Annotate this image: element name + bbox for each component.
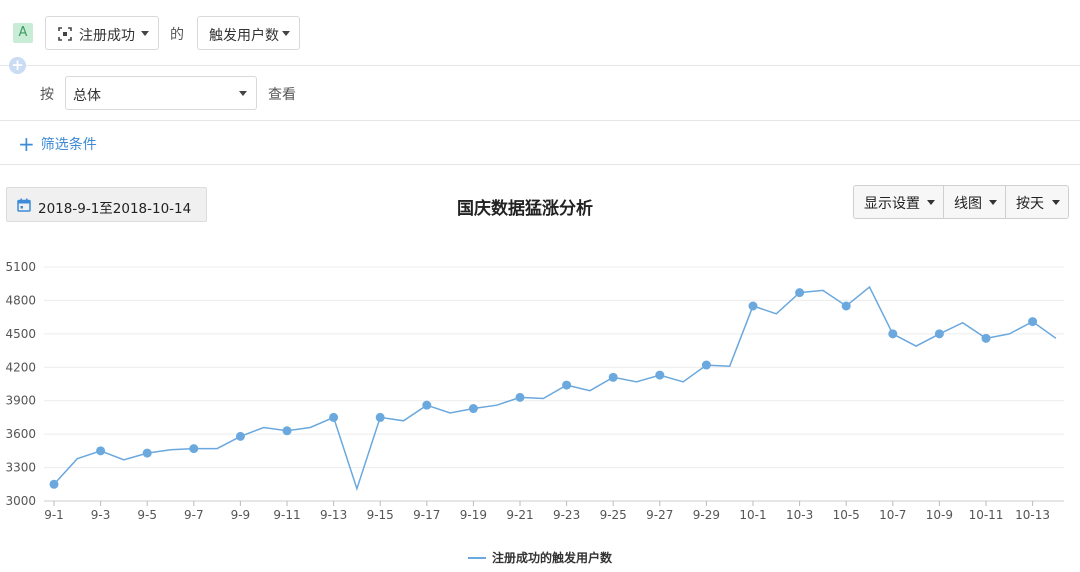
y-tick-label: 4800: [5, 293, 36, 307]
x-tick-label: 9-23: [553, 508, 580, 522]
data-point: [1028, 317, 1038, 327]
chevron-down-icon: [1052, 200, 1060, 205]
data-point: [49, 479, 59, 489]
filter-row: + 筛选条件: [0, 121, 1080, 165]
series-badge: A: [13, 23, 33, 43]
view-label: 查看: [268, 87, 296, 103]
data-point: [748, 301, 758, 311]
chevron-down-icon: [141, 31, 149, 36]
query-row-group: 按 总体 查看: [0, 66, 1080, 121]
chart-type-button[interactable]: 线图: [944, 186, 1006, 218]
x-tick-label: 9-13: [320, 508, 347, 522]
x-tick-label: 9-19: [460, 508, 487, 522]
group-by-select[interactable]: 总体: [65, 76, 257, 110]
x-tick-label: 10-1: [739, 508, 766, 522]
data-point: [515, 392, 525, 402]
display-settings-label: 显示设置: [864, 196, 920, 212]
x-tick-label: 10-3: [786, 508, 813, 522]
by-label: 按: [40, 87, 54, 103]
group-by-label: 总体: [73, 88, 101, 104]
data-point: [189, 444, 199, 454]
plus-icon: +: [18, 132, 35, 156]
data-point: [329, 412, 339, 422]
chevron-down-icon: [989, 200, 997, 205]
add-filter-label: 筛选条件: [40, 137, 97, 153]
x-tick-label: 9-3: [91, 508, 111, 522]
x-tick-label: 10-11: [969, 508, 1004, 522]
data-point: [655, 370, 665, 380]
metric-select[interactable]: 触发用户数: [197, 16, 300, 50]
data-point: [608, 372, 618, 382]
x-tick-label: 10-9: [926, 508, 953, 522]
query-row-event: A 注册成功 的 触发用户数: [0, 0, 1080, 66]
data-point: [888, 329, 898, 339]
x-tick-label: 10-5: [833, 508, 860, 522]
y-tick-label: 4500: [5, 327, 36, 341]
chart-controls: 显示设置 线图 按天: [853, 185, 1069, 219]
x-tick-label: 9-29: [693, 508, 720, 522]
metric-select-label: 触发用户数: [209, 28, 279, 44]
data-point: [282, 426, 292, 436]
display-settings-button[interactable]: 显示设置: [854, 186, 944, 218]
data-point: [934, 329, 944, 339]
of-label: 的: [170, 27, 184, 43]
data-point: [96, 446, 106, 456]
x-tick-label: 9-5: [137, 508, 157, 522]
data-point: [468, 404, 478, 414]
data-point: [422, 400, 432, 410]
data-point: [562, 380, 572, 390]
series-line: [53, 285, 1057, 492]
chevron-down-icon: [239, 91, 247, 96]
y-tick-label: 3600: [5, 427, 36, 441]
data-point: [701, 360, 711, 370]
event-select[interactable]: 注册成功: [45, 16, 159, 50]
y-tick-label: 5100: [5, 260, 36, 274]
x-tick-label: 9-25: [600, 508, 627, 522]
x-tick-label: 9-1: [44, 508, 64, 522]
x-tick-label: 9-21: [506, 508, 533, 522]
y-tick-label: 4200: [5, 360, 36, 374]
x-tick-label: 9-15: [367, 508, 394, 522]
data-point: [142, 448, 152, 458]
data-point: [841, 301, 851, 311]
chart-legend[interactable]: 注册成功的触发用户数: [0, 549, 1080, 566]
y-tick-label: 3000: [5, 494, 36, 508]
legend-label: 注册成功的触发用户数: [491, 551, 612, 565]
y-tick-label: 3900: [5, 394, 36, 408]
x-tick-label: 9-9: [231, 508, 251, 522]
x-tick-label: 10-7: [879, 508, 906, 522]
y-tick-label: 3300: [5, 461, 36, 475]
chevron-down-icon: [282, 31, 290, 36]
event-icon: [58, 27, 72, 41]
x-tick-label: 10-13: [1015, 508, 1050, 522]
chart-type-label: 线图: [954, 196, 982, 212]
add-filter-button[interactable]: + 筛选条件: [18, 134, 97, 154]
granularity-button[interactable]: 按天: [1006, 186, 1068, 218]
x-tick-label: 9-27: [646, 508, 673, 522]
x-tick-label: 9-11: [273, 508, 300, 522]
data-point: [375, 412, 385, 422]
legend-swatch: [467, 557, 486, 559]
x-tick-label: 9-7: [184, 508, 204, 522]
granularity-label: 按天: [1016, 196, 1044, 212]
event-select-label: 注册成功: [79, 28, 135, 44]
data-point: [235, 431, 245, 441]
chevron-down-icon: [927, 200, 935, 205]
x-tick-label: 9-17: [413, 508, 440, 522]
line-chart: 3000 3300 3600 3900 4200 4500 4800 5100 9-1 9-3 9-…: [5, 260, 1064, 522]
data-point: [981, 333, 991, 343]
data-point: [795, 288, 805, 298]
